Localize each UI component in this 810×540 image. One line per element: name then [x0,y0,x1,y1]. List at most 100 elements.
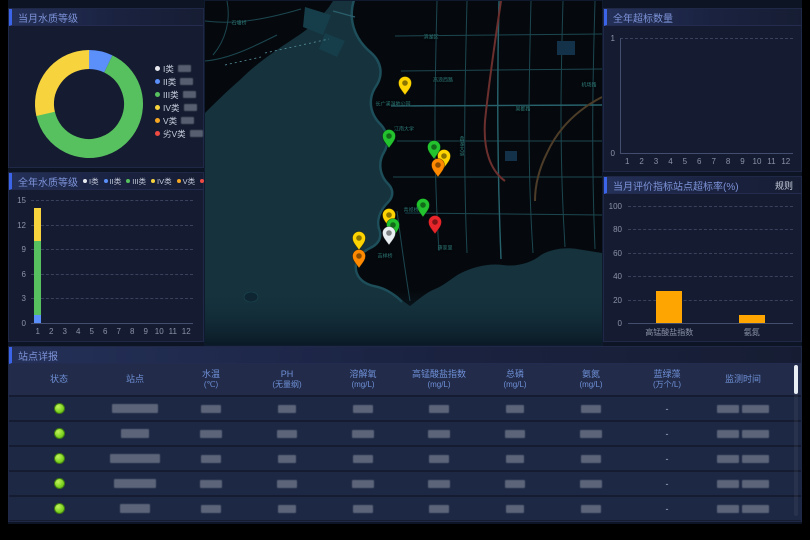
rate-bar-1[interactable] [656,291,682,323]
panel-title: 站点详报 [12,348,58,363]
legend-dot-icon [155,105,160,110]
rate-bar-chart: 020406080100高锰酸盐指数氨氮 [604,194,801,341]
cell-value [553,405,629,413]
legend-item[interactable]: V类 [177,175,196,187]
redacted-value [742,455,769,463]
legend-label: V类 [163,115,177,127]
legend-dot-icon [155,79,160,84]
legend-label: 劣V类 [163,128,186,140]
rules-link[interactable]: 规则 [775,179,793,192]
x-axis-line [620,153,793,154]
redacted-value [506,505,524,513]
legend-item[interactable]: IV类 [151,175,172,187]
column-header: 溶解氧(mg/L) [325,369,401,390]
legend-item[interactable]: V类 [155,114,203,127]
column-header: 高锰酸盐指数(mg/L) [401,369,477,390]
redacted-value [428,480,450,488]
legend-item[interactable]: 劣V类 [155,127,203,140]
table-row[interactable]: - [9,472,801,495]
panel-title-bar: 当月评价指标站点超标率(%) 规则 [604,177,801,194]
panel-title: 全年超标数量 [607,10,673,25]
cell-value [477,455,553,463]
gridline [31,200,193,201]
rate-bar-2[interactable] [739,315,765,323]
redacted-value [277,430,297,438]
cell-value [401,405,477,413]
cell-value [401,455,477,463]
panel-title-bar: 全年水质等级 I类II类III类IV类V类劣V类 [9,173,203,190]
y-tick-label: 9 [9,245,26,254]
gridline [628,300,793,301]
cell-station [97,504,173,513]
cell-status [21,428,97,439]
gridline [628,229,793,230]
legend-item[interactable]: III类 [155,88,203,101]
x-tick-label: 4 [76,327,80,336]
legend-dot-icon [155,92,160,97]
redacted-value [110,454,160,463]
redacted-value [121,429,149,438]
legend-value-redacted [190,130,203,137]
cell-value [401,480,477,488]
city-map[interactable]: 石塘桥滨湖区高浪西路长广溪湿地公园江南大学蠡湖大道吴都路机场路青祁桥薛家里吉祥桥 [204,0,603,346]
cell-station [97,479,173,488]
x-tick-label: 2 [639,157,643,166]
panel-annual-exceed: 全年超标数量 01123456789101112 [603,8,802,172]
panel-title-bar: 站点详报 [9,347,801,364]
column-header: 总磷(mg/L) [477,369,553,390]
x-tick-label: 2 [49,327,53,336]
table-scrollbar[interactable] [794,365,798,516]
stacked-bar-segment-II类[interactable] [34,315,41,323]
legend-item[interactable]: III类 [126,175,146,187]
y-tick-label: 100 [604,202,622,211]
cell-time [705,480,781,488]
map-label: 吉祥桥 [377,253,392,260]
legend-label: I类 [89,176,99,187]
redacted-value [428,430,450,438]
y-tick-label: 60 [604,249,622,258]
column-header: 站点 [97,374,173,385]
legend-label: IV类 [157,176,172,187]
cell-value [553,455,629,463]
y-axis-line [620,38,621,153]
legend-item[interactable]: I类 [83,175,99,187]
table-row[interactable]: - [9,447,801,470]
table-row[interactable]: - [9,497,801,520]
redacted-value [429,455,449,463]
table-row[interactable]: - [9,422,801,445]
donut-chart: I类II类III类IV类V类劣V类 [9,26,203,167]
stacked-bar-segment-IV类[interactable] [34,208,41,241]
redacted-value [201,405,221,413]
redacted-value [278,405,296,413]
cell-value [249,505,325,513]
cell-value [173,480,249,488]
cell-value [477,505,553,513]
table-header: 状态站点水温(℃)PH(无量纲)溶解氧(mg/L)高锰酸盐指数(mg/L)总磷(… [9,364,801,395]
legend-item[interactable]: II类 [155,75,203,88]
x-tick-label: 6 [103,327,107,336]
cell-value [325,505,401,513]
x-tick-label: 8 [130,327,134,336]
legend-item[interactable]: IV类 [155,101,203,114]
gridline [628,206,793,207]
legend-dot-icon [155,66,160,71]
cell-time [705,430,781,438]
stacked-bar-segment-III类[interactable] [34,241,41,315]
x-axis-line [31,323,193,324]
x-axis-line [628,323,793,324]
legend-item[interactable]: II类 [104,175,122,187]
panel-monthly-exceed-rate: 当月评价指标站点超标率(%) 规则 020406080100高锰酸盐指数氨氮 [603,176,802,342]
empty-bar-chart: 01123456789101112 [604,26,801,171]
legend-label: I类 [163,63,174,75]
redacted-value [717,405,739,413]
y-tick-label: 0 [9,319,26,328]
map-label: 吴都路 [515,106,530,113]
redacted-value [742,505,769,513]
donut-legend: I类II类III类IV类V类劣V类 [155,62,203,140]
redacted-value [717,455,739,463]
legend-item[interactable]: I类 [155,62,203,75]
scrollbar-thumb[interactable] [794,365,798,394]
table-row[interactable]: - [9,397,801,420]
x-tick-label: 11 [767,157,775,166]
map-label: 高浪西路 [433,77,453,84]
